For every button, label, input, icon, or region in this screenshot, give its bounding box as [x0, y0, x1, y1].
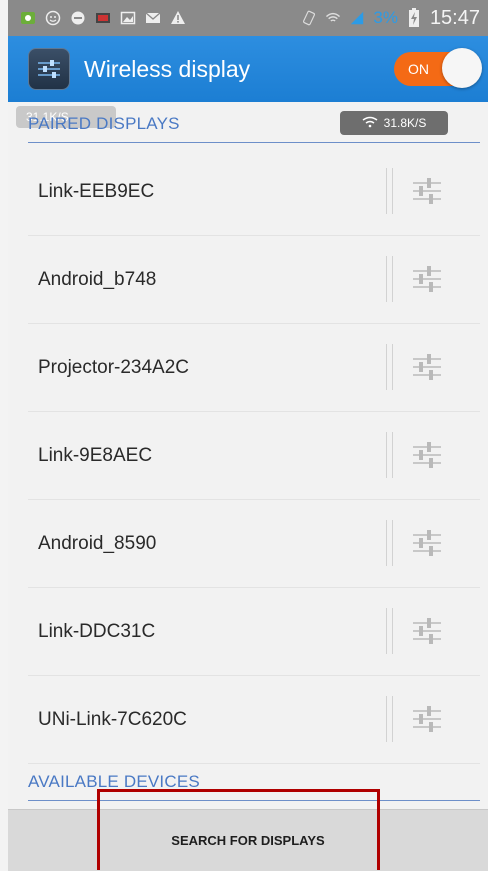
- device-settings-icon[interactable]: [410, 438, 444, 472]
- list-item[interactable]: Android_b748: [28, 236, 480, 324]
- clock: 15:47: [429, 6, 480, 29]
- status-bar: 3% 15:47: [8, 0, 488, 36]
- page-title: Wireless display: [84, 55, 251, 82]
- signal-icon: [349, 10, 365, 26]
- speed-overlay-right: 31.8K/S: [340, 111, 448, 135]
- vibrate-icon: [301, 10, 317, 26]
- toggle-knob[interactable]: [442, 48, 482, 88]
- list-item[interactable]: Projector-234A2C: [28, 324, 480, 412]
- list-item[interactable]: Android_8590: [28, 500, 480, 588]
- bottom-bar: SEARCH FOR DISPLAYS: [8, 809, 488, 871]
- device-name: Android_8590: [38, 532, 157, 554]
- speed-overlay-right-text: 31.8K/S: [383, 116, 427, 130]
- device-name: UNi-Link-7C620C: [38, 708, 187, 730]
- wifi-speed-icon: [362, 116, 378, 131]
- battery-percent: 3%: [373, 8, 398, 27]
- device-name: Link-EEB9EC: [38, 180, 155, 202]
- battery-charging-icon: [406, 8, 422, 27]
- available-devices-header: AVAILABLE DEVICES: [28, 772, 480, 801]
- list-item[interactable]: UNi-Link-7C620C: [28, 676, 480, 764]
- vertical-divider: [386, 432, 393, 478]
- list-item[interactable]: Link-DDC31C: [28, 588, 480, 676]
- vertical-divider: [386, 696, 393, 742]
- search-for-displays-button[interactable]: SEARCH FOR DISPLAYS: [171, 833, 324, 848]
- smiley-icon: [45, 10, 61, 26]
- vertical-divider: [386, 608, 393, 654]
- device-name: Projector-234A2C: [38, 356, 190, 378]
- device-settings-icon[interactable]: [410, 174, 444, 208]
- media-icon: [95, 10, 111, 26]
- mail-icon: [145, 10, 161, 26]
- location-icon: [70, 10, 86, 26]
- content-area: 31.1K/S PAIRED DISPLAYS 31.8K/S Link-EEB…: [8, 102, 488, 809]
- list-item[interactable]: Link-EEB9EC: [28, 148, 480, 236]
- toggle-label: ON: [408, 61, 429, 77]
- image-icon: [120, 10, 136, 26]
- warning-icon: [170, 10, 186, 26]
- wireless-display-app-icon[interactable]: [28, 48, 70, 90]
- list-item[interactable]: Link-9E8AEC: [28, 412, 480, 500]
- device-settings-icon[interactable]: [410, 350, 444, 384]
- device-settings-icon[interactable]: [410, 262, 444, 296]
- vertical-divider: [386, 344, 393, 390]
- app-bar: Wireless display ON: [8, 36, 488, 102]
- vertical-divider: [386, 256, 393, 302]
- device-name: Link-DDC31C: [38, 620, 156, 642]
- paired-devices-list: Link-EEB9EC Android_b748 Projector-234A2C L…: [28, 148, 480, 764]
- android-notification-icon: [20, 10, 36, 26]
- device-settings-icon[interactable]: [410, 614, 444, 648]
- wireless-display-toggle[interactable]: ON: [394, 48, 482, 88]
- wifi-icon: [325, 10, 341, 26]
- device-name: Android_b748: [38, 268, 157, 290]
- vertical-divider: [386, 520, 393, 566]
- device-settings-icon[interactable]: [410, 526, 444, 560]
- vertical-divider: [386, 168, 393, 214]
- device-settings-icon[interactable]: [410, 702, 444, 736]
- device-name: Link-9E8AEC: [38, 444, 153, 466]
